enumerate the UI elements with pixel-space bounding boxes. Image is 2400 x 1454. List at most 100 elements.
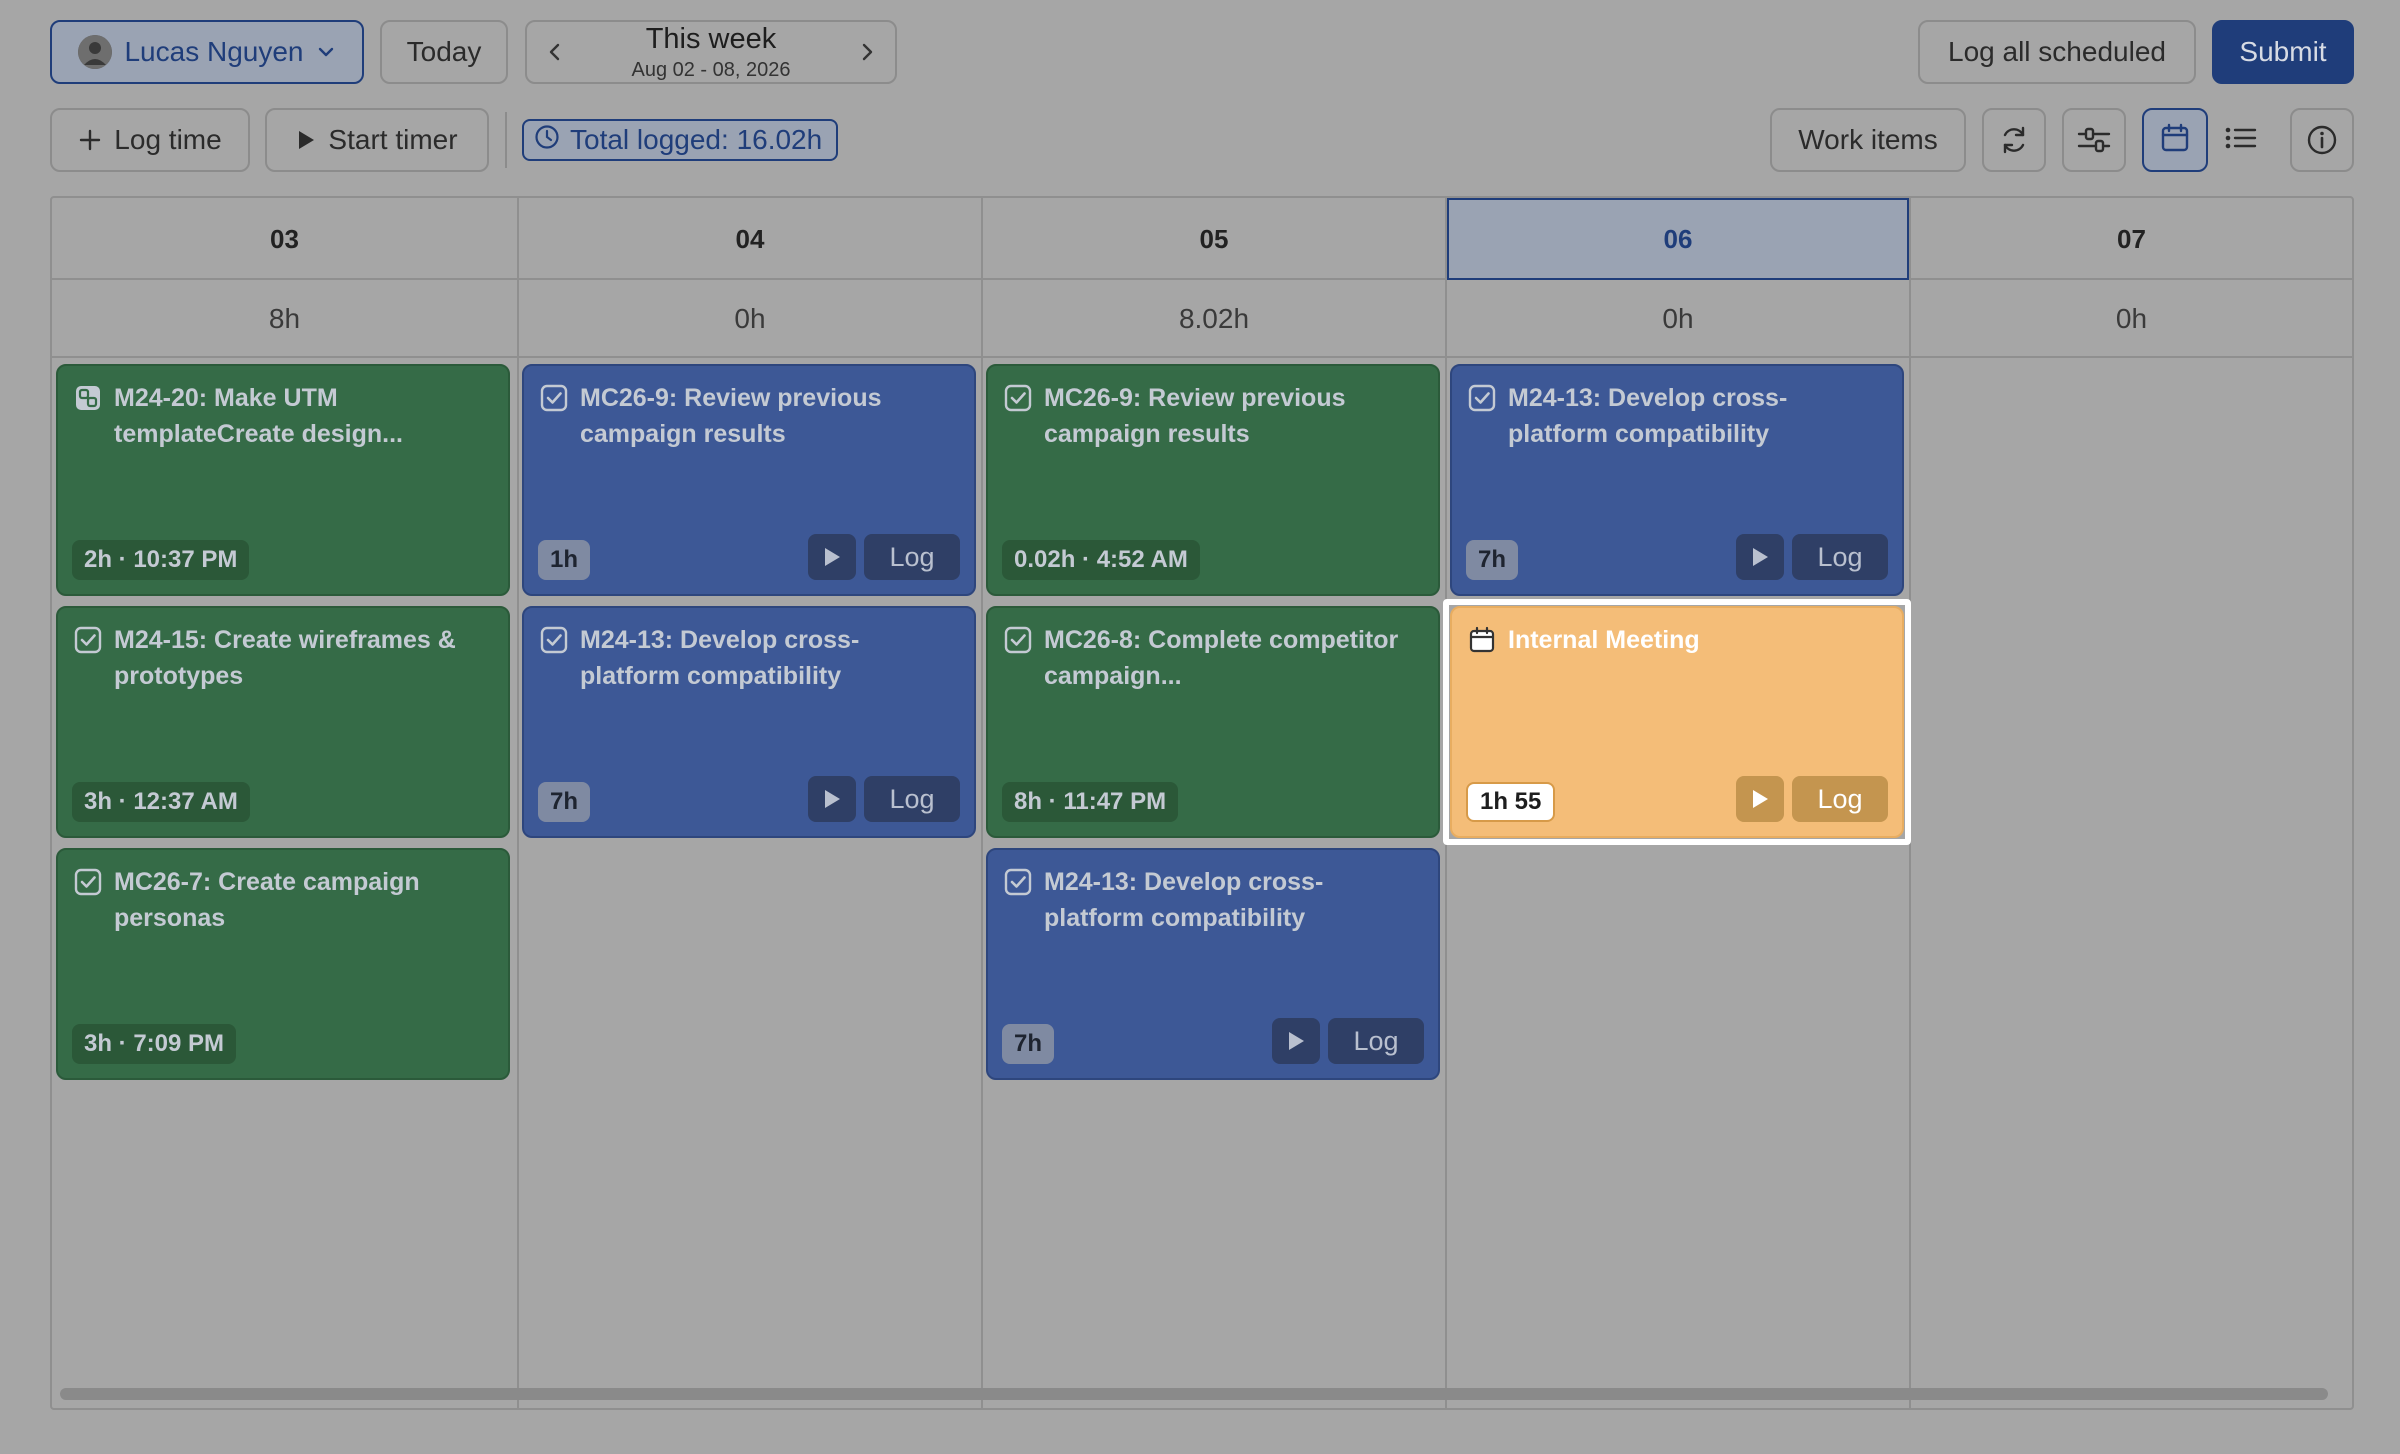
- column-divider: [1445, 198, 1447, 1408]
- scheduled-item-card[interactable]: M24-13: Develop cross-platform compatibi…: [1450, 364, 1904, 596]
- sync-icon: [1998, 124, 2030, 156]
- scheduled-item-card[interactable]: M24-13: Develop cross-platform compatibi…: [986, 848, 1440, 1080]
- entry-title: M24-20: Make UTM templateCreate design..…: [114, 384, 403, 448]
- scheduled-item-card[interactable]: MC26-9: Review previous campaign results…: [522, 364, 976, 596]
- entry-title: M24-13: Develop cross-platform compatibi…: [580, 626, 860, 690]
- user-selector-button[interactable]: Lucas Nguyen: [50, 20, 364, 84]
- checkbox-icon: [540, 384, 568, 412]
- filter-settings-button[interactable]: [2062, 108, 2126, 172]
- entry-title: M24-13: Develop cross-platform compatibi…: [1508, 384, 1788, 448]
- checkbox-icon: [540, 626, 568, 654]
- entry-duration: 3h · 12:37 AM: [72, 782, 250, 822]
- entry-title: M24-15: Create wireframes & prototypes: [114, 626, 456, 690]
- column-divider: [517, 198, 519, 1408]
- day-header: 03: [270, 223, 299, 254]
- calendar-view-button[interactable]: [2142, 108, 2208, 172]
- entry-title: MC26-9: Review previous campaign results: [1044, 384, 1346, 448]
- entry-duration: 3h · 7:09 PM: [72, 1024, 237, 1064]
- start-timer-icon-button[interactable]: [1736, 776, 1784, 822]
- entry-title: Internal Meeting: [1508, 626, 1700, 654]
- play-icon: [296, 129, 316, 151]
- toolbar-divider: [505, 112, 507, 168]
- day-header-today: 06: [1447, 198, 1909, 280]
- start-timer-icon-button[interactable]: [808, 534, 856, 580]
- chevron-left-icon[interactable]: [545, 40, 565, 64]
- play-icon: [825, 548, 840, 566]
- day-total: 8h: [268, 303, 301, 334]
- sync-button[interactable]: [1982, 108, 2046, 172]
- day-total: 8.02h: [1178, 303, 1250, 334]
- log-button[interactable]: Log: [864, 776, 960, 822]
- day-header: 07: [2117, 223, 2146, 254]
- user-name: Lucas Nguyen: [124, 36, 304, 67]
- work-items-button[interactable]: Work items: [1770, 108, 1966, 172]
- calendar-icon: [1468, 626, 1496, 654]
- column-divider: [1909, 198, 1911, 1408]
- log-button[interactable]: Log: [1792, 776, 1888, 822]
- today-button[interactable]: Today: [380, 20, 508, 84]
- entry-title: MC26-8: Complete competitor campaign...: [1044, 626, 1399, 690]
- checkbox-icon: [1468, 384, 1496, 412]
- entry-duration: 1h: [538, 540, 591, 580]
- scheduled-item-card[interactable]: M24-13: Develop cross-platform compatibi…: [522, 606, 976, 838]
- clock-icon: [534, 124, 560, 157]
- sliders-icon: [2077, 125, 2111, 155]
- day-header: 05: [1199, 223, 1229, 254]
- checkbox-icon: [74, 868, 102, 896]
- checkbox-icon: [1004, 384, 1032, 412]
- chevron-down-icon: [316, 42, 336, 62]
- entry-title: MC26-7: Create campaign personas: [114, 868, 420, 932]
- play-icon: [1289, 1032, 1304, 1050]
- play-icon: [825, 790, 840, 808]
- column-divider: [981, 198, 983, 1408]
- checkbox-icon: [1004, 868, 1032, 896]
- meeting-card[interactable]: Internal Meeting 1h 55 Log: [1450, 606, 1904, 838]
- log-time-label: Log time: [114, 124, 222, 155]
- entry-duration: 0.02h · 4:52 AM: [1002, 540, 1200, 580]
- day-total: 0h: [1662, 303, 1694, 334]
- play-icon: [1753, 548, 1768, 566]
- start-timer-icon-button[interactable]: [1736, 534, 1784, 580]
- log-button[interactable]: Log: [1792, 534, 1888, 580]
- start-timer-button[interactable]: Start timer: [265, 108, 489, 172]
- view-toggle-group: [2142, 108, 2274, 172]
- info-icon: [2306, 124, 2338, 156]
- entry-title: MC26-9: Review previous campaign results: [580, 384, 882, 448]
- log-button[interactable]: Log: [864, 534, 960, 580]
- week-navigator: This week Aug 02 - 08, 2026: [525, 20, 897, 84]
- day-header: 04: [735, 223, 765, 254]
- horizontal-scrollbar[interactable]: [60, 1388, 2328, 1400]
- week-label[interactable]: This week Aug 02 - 08, 2026: [631, 24, 791, 81]
- log-button[interactable]: Log: [1328, 1018, 1424, 1064]
- day-total: 0h: [734, 303, 766, 334]
- time-entry-card[interactable]: M24-15: Create wireframes & prototypes 3…: [56, 606, 510, 838]
- checkbox-icon: [74, 626, 102, 654]
- total-logged-text: Total logged: 16.02h: [570, 124, 823, 155]
- list-view-button[interactable]: [2208, 108, 2274, 172]
- entry-duration: 8h · 11:47 PM: [1002, 782, 1179, 822]
- start-timer-icon-button[interactable]: [1272, 1018, 1320, 1064]
- info-button[interactable]: [2290, 108, 2354, 172]
- calendar-icon: [2160, 123, 2190, 158]
- week-range: Aug 02 - 08, 2026: [631, 58, 791, 81]
- entry-duration: 7h: [1466, 540, 1519, 580]
- total-logged-badge: Total logged: 16.02h: [522, 119, 838, 161]
- checkbox-icon: [1004, 626, 1032, 654]
- duration-input[interactable]: 1h 55: [1466, 782, 1556, 822]
- play-icon: [1753, 790, 1768, 808]
- submit-button[interactable]: Submit: [2212, 20, 2354, 84]
- log-time-button[interactable]: Log time: [50, 108, 250, 172]
- start-timer-label: Start timer: [328, 124, 458, 155]
- time-entry-card[interactable]: MC26-7: Create campaign personas 3h · 7:…: [56, 848, 510, 1080]
- entry-duration: 7h: [538, 782, 591, 822]
- chevron-right-icon[interactable]: [857, 40, 877, 64]
- list-icon: [2225, 125, 2257, 156]
- time-entry-card[interactable]: M24-20: Make UTM templateCreate design..…: [56, 364, 510, 596]
- entry-duration: 2h · 10:37 PM: [72, 540, 250, 580]
- entry-title: M24-13: Develop cross-platform compatibi…: [1044, 868, 1324, 932]
- start-timer-icon-button[interactable]: [808, 776, 856, 822]
- log-all-scheduled-button[interactable]: Log all scheduled: [1918, 20, 2196, 84]
- time-entry-card[interactable]: MC26-9: Review previous campaign results…: [986, 364, 1440, 596]
- subtask-icon: [74, 384, 102, 412]
- time-entry-card[interactable]: MC26-8: Complete competitor campaign... …: [986, 606, 1440, 838]
